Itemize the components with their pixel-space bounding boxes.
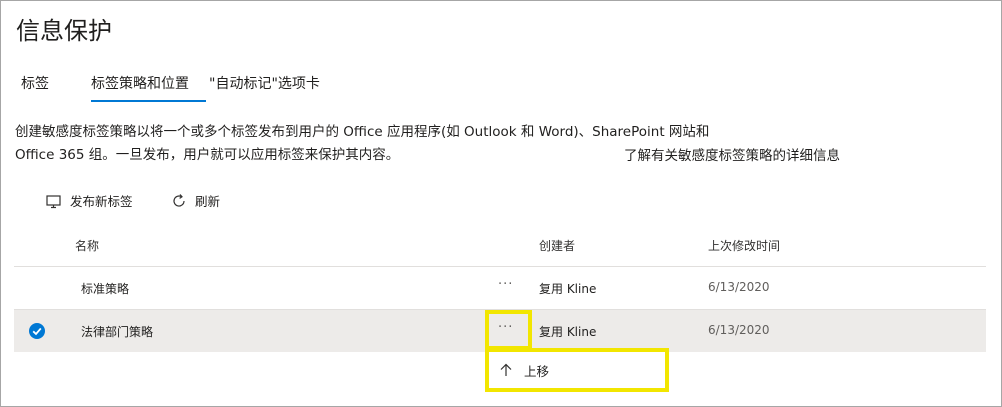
- move-up-menu-item[interactable]: 上移: [489, 352, 665, 388]
- column-header-creator[interactable]: 创建者: [539, 237, 575, 254]
- active-tab-indicator: [91, 100, 206, 102]
- move-up-label: 上移: [524, 363, 550, 379]
- description-line-1: 创建敏感度标签策略以将一个或多个标签发布到用户的 Office 应用程序(如 O…: [15, 124, 710, 140]
- column-header-name[interactable]: 名称: [75, 237, 99, 254]
- policy-creator: 复用 Kline: [539, 325, 597, 339]
- page-description: 创建敏感度标签策略以将一个或多个标签发布到用户的 Office 应用程序(如 O…: [15, 121, 709, 167]
- more-options-button[interactable]: ···: [498, 277, 513, 292]
- tab-auto-labeling[interactable]: "自动标记"选项卡: [209, 73, 320, 93]
- column-header-modified[interactable]: 上次修改时间: [708, 237, 780, 254]
- policy-modified-date: 6/13/2020: [708, 280, 770, 294]
- policy-name: 标准策略: [81, 282, 130, 296]
- checkmark-icon: [32, 327, 42, 336]
- tab-labels[interactable]: 标签: [21, 73, 49, 93]
- page-title: 信息保护: [16, 17, 112, 45]
- refresh-button[interactable]: 刷新: [170, 191, 220, 210]
- more-options-button[interactable]: ···: [498, 320, 513, 335]
- context-menu: 上移: [489, 352, 665, 388]
- publish-label-text: 发布新标签: [70, 194, 133, 209]
- publish-label-button[interactable]: 发布新标签: [45, 191, 133, 210]
- app-window: 信息保护 标签 标签策略和位置 "自动标记"选项卡 创建敏感度标签策略以将一个或…: [0, 0, 1002, 407]
- table-row[interactable]: 标准策略 ··· 复用 Kline 6/13/2020: [14, 267, 986, 309]
- policy-modified-date: 6/13/2020: [708, 323, 770, 337]
- row-checkbox[interactable]: [29, 323, 45, 339]
- refresh-icon: [170, 192, 188, 210]
- description-line-2: Office 365 组。一旦发布，用户就可以应用标签来保护其内容。: [15, 147, 400, 163]
- publish-icon: [45, 192, 63, 210]
- table-row[interactable]: 法律部门策略 ··· 复用 Kline 6/13/2020: [14, 310, 986, 352]
- learn-more-link[interactable]: 了解有关敏感度标签策略的详细信息: [624, 144, 840, 164]
- policy-creator: 复用 Kline: [539, 282, 597, 296]
- policy-name: 法律部门策略: [81, 325, 154, 339]
- refresh-text: 刷新: [195, 194, 221, 209]
- arrow-up-icon: [498, 362, 514, 378]
- tab-label-policies[interactable]: 标签策略和位置: [91, 73, 189, 93]
